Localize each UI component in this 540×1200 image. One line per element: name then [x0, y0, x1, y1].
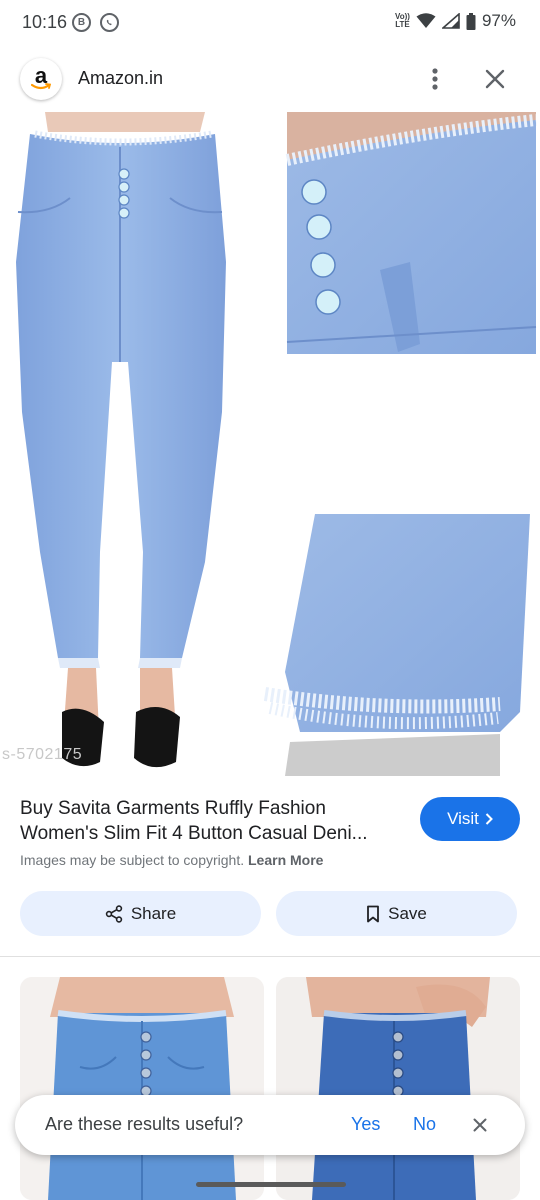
share-button-label: Share — [130, 903, 177, 923]
feedback-bar: Are these results useful? Yes No — [15, 1095, 525, 1155]
battery-icon — [466, 12, 476, 30]
copyright-notice: Images may be subject to copyright. Lear… — [20, 852, 323, 868]
more-vert-icon — [432, 68, 438, 90]
related-image-2[interactable] — [276, 977, 520, 1200]
status-time: 10:16 — [22, 12, 68, 32]
jeans-collage-illustration — [16, 112, 537, 776]
chevron-right-icon — [485, 813, 493, 825]
image-watermark: s-5702175 — [2, 746, 83, 763]
close-icon — [485, 69, 505, 89]
bookmark-icon — [367, 905, 380, 922]
result-title-line1: Buy Savita Garments Ruffly Fashion — [20, 798, 326, 819]
feedback-no-button[interactable]: No — [413, 1114, 436, 1135]
viewer-header: a Amazon.in — [0, 46, 540, 112]
result-title[interactable]: Buy Savita Garments Ruffly Fashion Women… — [20, 796, 400, 846]
signal-icon — [441, 13, 460, 29]
learn-more-link[interactable]: Learn More — [248, 852, 323, 868]
section-divider — [0, 956, 540, 957]
feedback-yes-button[interactable]: Yes — [351, 1114, 380, 1135]
more-options-button[interactable] — [420, 62, 450, 96]
feedback-close-button[interactable] — [467, 1112, 493, 1138]
close-icon — [473, 1118, 487, 1132]
status-icons: Vo)) LTE 97% — [395, 11, 516, 31]
feedback-question: Are these results useful? — [45, 1114, 244, 1134]
whatsapp-notification-icon — [100, 13, 119, 32]
copyright-text: Images may be subject to copyright. — [20, 852, 245, 868]
battery-percent: 97% — [481, 11, 516, 30]
close-viewer-button[interactable] — [478, 62, 512, 96]
b-app-notification-icon: B — [72, 13, 91, 32]
visit-button-label: Visit — [447, 809, 479, 828]
save-button[interactable]: Save — [276, 891, 517, 936]
gesture-nav-bar[interactable] — [196, 1182, 346, 1187]
amazon-smile-icon — [31, 83, 51, 90]
site-name[interactable]: Amazon.in — [78, 68, 163, 89]
wifi-icon — [416, 13, 436, 28]
save-button-label: Save — [388, 903, 427, 923]
result-title-line2: Women's Slim Fit 4 Button Casual Deni... — [20, 823, 368, 844]
status-bar: 10:16 B Vo)) LTE 97% — [0, 0, 540, 46]
product-image[interactable]: s-5702175 — [0, 112, 540, 776]
related-jeans-dark-illustration — [276, 977, 520, 1200]
related-jeans-light-illustration — [20, 977, 264, 1200]
related-image-1[interactable] — [20, 977, 264, 1200]
site-logo[interactable]: a — [20, 58, 62, 100]
share-button[interactable]: Share — [20, 891, 261, 936]
visit-button[interactable]: Visit — [420, 797, 520, 841]
volte-icon: Vo)) LTE — [395, 12, 410, 29]
share-icon — [105, 904, 123, 923]
